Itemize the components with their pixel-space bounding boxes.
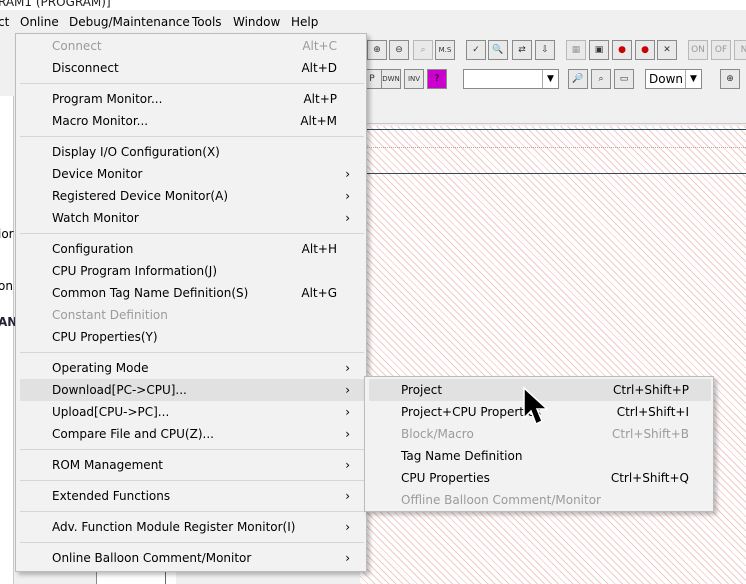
menu-item-registered-device-monitor[interactable]: Registered Device Monitor(A) › (20, 185, 364, 207)
zoom-in-icon[interactable]: ⊕ (367, 40, 387, 60)
submenu-item-tag-name-definition[interactable]: Tag Name Definition (369, 445, 711, 467)
chevron-right-icon: › (345, 167, 350, 181)
menu-item-adv-function-module-register-monitor[interactable]: Adv. Function Module Register Monitor(I)… (20, 516, 364, 538)
device-icon[interactable]: ▣ (589, 40, 609, 60)
editor-tabstrip (360, 96, 746, 124)
menu-item-program-monitor[interactable]: Program Monitor... Alt+P (20, 88, 364, 110)
chevron-right-icon: › (345, 361, 350, 375)
menu-item-display-io[interactable]: Display I/O Configuration(X) (20, 141, 364, 163)
menu-item-configuration[interactable]: Configuration Alt+H (20, 238, 364, 260)
ladder-rail (360, 129, 746, 130)
chevron-right-icon: › (345, 520, 350, 534)
menu-item-watch-monitor[interactable]: Watch Monitor › (20, 207, 364, 229)
chevron-down-icon[interactable]: ▼ (542, 70, 558, 88)
binoculars-icon[interactable]: 🔎 (568, 69, 588, 89)
menu-item-cpu-program-information[interactable]: CPU Program Information(J) (20, 260, 364, 282)
menu-item-compare-file-and-cpu[interactable]: Compare File and CPU(Z)... › (20, 423, 364, 445)
find-icon[interactable]: 🔍 (488, 40, 508, 60)
chevron-right-icon: › (345, 383, 350, 397)
menu-item-online-balloon-comment[interactable]: Online Balloon Comment/Monitor › (20, 547, 364, 569)
menu-item-download[interactable]: Download[PC->CPU]... › (20, 379, 364, 401)
menu-tools[interactable]: Tools (192, 15, 222, 29)
menu-help[interactable]: Help (291, 15, 318, 29)
search-combo[interactable]: ▼ (463, 69, 559, 89)
help-question-button[interactable]: ? (427, 69, 447, 89)
menu-item-cpu-properties[interactable]: CPU Properties(Y) (20, 326, 364, 348)
chevron-down-icon[interactable]: ▼ (685, 70, 701, 88)
chevron-right-icon: › (345, 551, 350, 565)
find-replace-icon[interactable]: ⇄ (512, 40, 532, 60)
online-menu: Connect Alt+C Disconnect Alt+D Program Mon… (15, 33, 367, 572)
menu-item-device-monitor[interactable]: Device Monitor › (20, 163, 364, 185)
ladder-rail (360, 173, 746, 174)
zoom-area-icon[interactable]: ⌕ (413, 40, 433, 60)
ladder-row-line (360, 147, 746, 148)
on-icon[interactable]: ON (688, 40, 708, 60)
menu-separator (20, 352, 364, 353)
check-icon[interactable]: ✓ (466, 40, 486, 60)
direction-combo[interactable]: Down ▼ (645, 69, 702, 89)
mouse-cursor-icon (523, 386, 549, 426)
search-window-icon[interactable]: ▭ (614, 69, 634, 89)
menu-separator (20, 233, 364, 234)
chevron-right-icon: › (345, 189, 350, 203)
menu-separator (20, 511, 364, 512)
menu-separator (20, 83, 364, 84)
dwn-button[interactable]: DWN (381, 69, 401, 89)
ladder-editor[interactable] (360, 126, 746, 584)
off-icon[interactable]: OF (711, 40, 731, 60)
menu-item-connect[interactable]: Connect Alt+C (20, 35, 364, 57)
run-icon[interactable]: ● (635, 40, 655, 60)
menu-item-operating-mode[interactable]: Operating Mode › (20, 357, 364, 379)
inv-button[interactable]: INV (404, 69, 424, 89)
zoom-toggle-icon[interactable]: ⊕ (720, 69, 740, 89)
submenu-item-offline-balloon-comment[interactable]: Offline Balloon Comment/Monitor (369, 489, 711, 511)
direction-value: Down (649, 72, 684, 86)
menu-window[interactable]: Window (233, 15, 280, 29)
menu-bar: ct Online Debug/Maintenance Tools Window… (0, 12, 746, 34)
extra-icon[interactable]: N (734, 40, 746, 60)
ms-icon[interactable]: M.S (435, 40, 455, 60)
menu-item-extended-functions[interactable]: Extended Functions › (20, 485, 364, 507)
search-device-icon[interactable]: ⌕ (591, 69, 611, 89)
chevron-right-icon: › (345, 211, 350, 225)
menu-item-macro-monitor[interactable]: Macro Monitor... Alt+M (20, 110, 364, 132)
menu-online[interactable]: Online (20, 15, 59, 29)
chevron-right-icon: › (345, 458, 350, 472)
zoom-out-icon[interactable]: ⊖ (389, 40, 409, 60)
menu-item-rom-management[interactable]: ROM Management › (20, 454, 364, 476)
menu-separator (20, 449, 364, 450)
menu-item-upload[interactable]: Upload[CPU->PC]... › (20, 401, 364, 423)
menu-item-constant-definition[interactable]: Constant Definition (20, 304, 364, 326)
nav-fragment: on (0, 279, 13, 293)
menu-debug-maintenance[interactable]: Debug/Maintenance (69, 15, 190, 29)
title-bar: RAM1 (PROGRAM)] (0, 0, 746, 10)
chevron-right-icon: › (345, 489, 350, 503)
submenu-item-cpu-properties[interactable]: CPU Properties Ctrl+Shift+Q (369, 467, 711, 489)
menu-item-common-tag-name-definition[interactable]: Common Tag Name Definition(S) Alt+G (20, 282, 364, 304)
chevron-right-icon: › (345, 427, 350, 441)
window-title: RAM1 (PROGRAM)] (0, 0, 111, 9)
menu-separator (20, 136, 364, 137)
jump-icon[interactable]: ⇩ (535, 40, 555, 60)
tools-icon[interactable]: ✕ (657, 40, 677, 60)
chevron-right-icon: › (345, 405, 350, 419)
nav-fragment: ior (0, 227, 14, 241)
navigation-panel: ior on AN (0, 96, 17, 584)
menu-separator (20, 480, 364, 481)
menu-item-disconnect[interactable]: Disconnect Alt+D (20, 57, 364, 79)
menu-project[interactable]: ct (0, 15, 9, 29)
menu-separator (20, 542, 364, 543)
stop-icon[interactable]: ● (612, 40, 632, 60)
monitor-icon[interactable]: ▦ (566, 40, 586, 60)
